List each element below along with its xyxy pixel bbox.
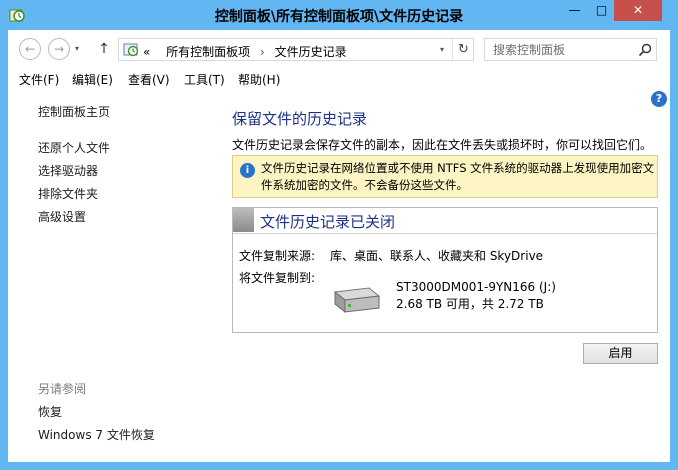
forward-button[interactable]: → (48, 38, 70, 60)
sidebar-item-select-drive[interactable]: 选择驱动器 (38, 162, 98, 179)
see-also-heading: 另请参阅 (38, 382, 87, 396)
recent-locations-icon[interactable]: ▾ (75, 38, 87, 60)
search-box[interactable] (484, 38, 657, 61)
title-bar[interactable]: 控制面板\所有控制面板项\文件历史记录 — □ ✕ (0, 0, 678, 30)
breadcrumb-file-history[interactable]: 文件历史记录 (275, 45, 347, 59)
address-dropdown-icon[interactable]: ▾ (434, 39, 450, 60)
breadcrumb-separator: › (260, 45, 265, 59)
window-frame: 控制面板\所有控制面板项\文件历史记录 — □ ✕ ← → ▾ ↑ « 所有控制… (0, 0, 678, 470)
enable-button[interactable]: 启用 (583, 343, 658, 364)
page-description: 文件历史记录会保存文件的副本，因此在文件丢失或损坏时，你可以找回它们。 (232, 138, 653, 152)
drive-space: 2.68 TB 可用，共 2.72 TB (396, 297, 544, 311)
maximize-button[interactable]: □ (588, 0, 615, 21)
status-panel: 文件历史记录已关闭 文件复制来源: 库、桌面、联系人、收藏夹和 SkyDrive… (232, 207, 658, 333)
status-title: 文件历史记录已关闭 (260, 213, 396, 231)
status-off-indicator (233, 208, 254, 232)
sidebar-item-control-panel-home[interactable]: 控制面板主页 (38, 103, 110, 120)
refresh-button[interactable]: ↻ (452, 39, 474, 60)
menu-file[interactable]: 文件(F) (19, 71, 59, 88)
search-input[interactable] (485, 39, 635, 60)
search-icon[interactable] (637, 42, 653, 58)
page-title: 保留文件的历史记录 (232, 110, 368, 128)
back-button[interactable]: ← (19, 38, 41, 60)
source-value: 库、桌面、联系人、收藏夹和 SkyDrive (330, 249, 544, 263)
source-label: 文件复制来源: (239, 249, 316, 263)
address-bar[interactable]: « 所有控制面板项 › 文件历史记录 ▾ ↻ (118, 38, 474, 61)
menu-tools[interactable]: 工具(T) (184, 71, 225, 88)
divider (233, 233, 657, 234)
destination-label: 将文件复制到: (239, 271, 316, 285)
menu-bar: 文件(F) 编辑(E) 查看(V) 工具(T) 帮助(H) (8, 68, 670, 90)
menu-view[interactable]: 查看(V) (128, 71, 170, 88)
menu-help[interactable]: 帮助(H) (238, 71, 280, 88)
info-icon: i (240, 163, 255, 178)
sidebar-item-windows7-recovery[interactable]: Windows 7 文件恢复 (38, 426, 155, 443)
drive-name: ST3000DM001-9YN166 (J:) (396, 280, 556, 294)
close-button[interactable]: ✕ (614, 0, 662, 21)
minimize-button[interactable]: — (561, 0, 588, 21)
hard-drive-icon (333, 287, 381, 314)
info-banner: i 文件历史记录在网络位置或不使用 NTFS 文件系统的驱动器上发现使用加密文件… (232, 155, 658, 198)
client-area: ← → ▾ ↑ « 所有控制面板项 › 文件历史记录 ▾ ↻ 搜索控制面板 文件… (8, 30, 670, 462)
help-icon[interactable]: ? (651, 91, 667, 107)
breadcrumb: « 所有控制面板项 › 文件历史记录 (143, 43, 347, 60)
up-button[interactable]: ↑ (96, 38, 112, 60)
sidebar-item-exclude-folders[interactable]: 排除文件夹 (38, 185, 98, 202)
info-message: 文件历史记录在网络位置或不使用 NTFS 文件系统的驱动器上发现使用加密文件系统… (261, 161, 655, 192)
sidebar-item-restore-files[interactable]: 还原个人文件 (38, 139, 110, 156)
menu-edit[interactable]: 编辑(E) (72, 71, 113, 88)
sidebar-item-advanced-settings[interactable]: 高级设置 (38, 208, 86, 225)
breadcrumb-all-items[interactable]: 所有控制面板项 (166, 45, 250, 59)
control-panel-icon (123, 43, 139, 57)
sidebar-item-recovery[interactable]: 恢复 (38, 403, 62, 420)
breadcrumb-overflow[interactable]: « (143, 45, 150, 59)
